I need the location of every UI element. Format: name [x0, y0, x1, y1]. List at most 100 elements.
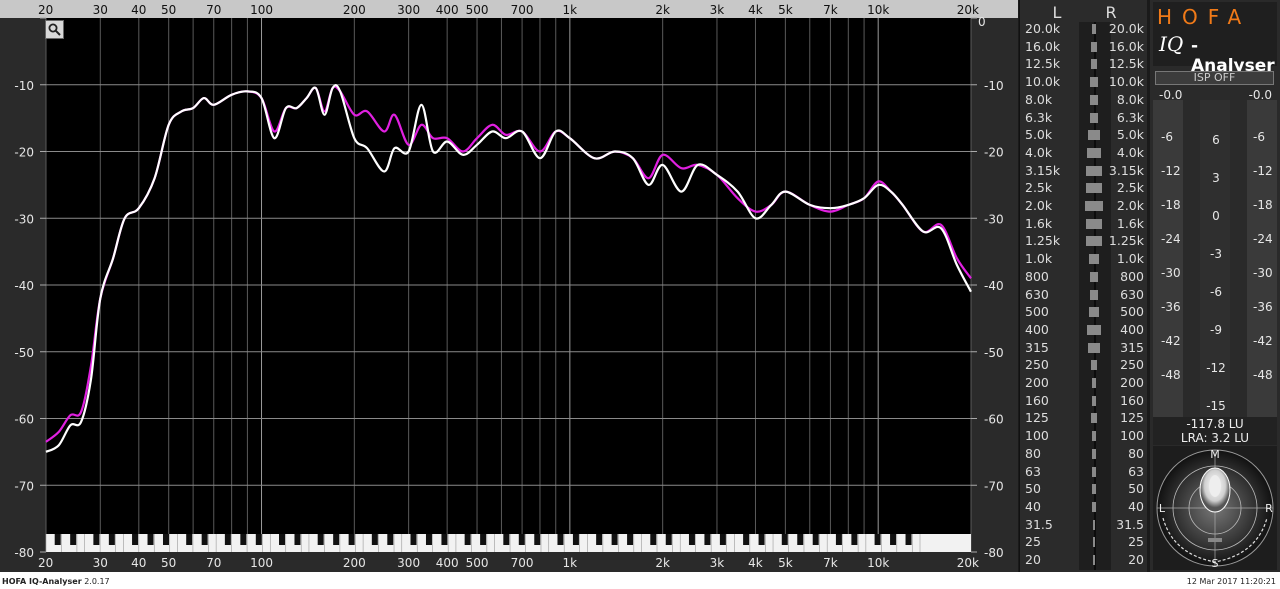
black-key — [147, 534, 154, 545]
freq-tick-label-bottom: 4k — [748, 556, 763, 570]
band-label-left: 500 — [1025, 304, 1049, 320]
band-row: 5.0k 5.0k — [1020, 126, 1148, 144]
band-row: 3.15k 3.15k — [1020, 162, 1148, 180]
band-row: 160 160 — [1020, 392, 1148, 410]
band-row: 500 500 — [1020, 303, 1148, 321]
band-row: 1.6k 1.6k — [1020, 215, 1148, 233]
band-label-right: 31.5 — [1116, 516, 1144, 532]
band-row: 1.0k 1.0k — [1020, 250, 1148, 268]
black-key — [874, 534, 881, 545]
black-key — [503, 534, 510, 545]
band-label-right: 1.25k — [1108, 233, 1144, 249]
band-row: 1.25k 1.25k — [1020, 232, 1148, 250]
freq-tick-label-top: 400 — [436, 3, 459, 17]
black-key — [812, 534, 819, 545]
band-row: 250 250 — [1020, 356, 1148, 374]
black-key — [835, 534, 842, 545]
peak-scale-right-label: -24 — [1253, 232, 1273, 246]
band-label-right: 5.0k — [1116, 127, 1144, 143]
band-label-right: 1.6k — [1116, 215, 1144, 231]
freq-tick-label-bottom: 30 — [93, 556, 108, 570]
peak-scale-right-label: -42 — [1253, 334, 1273, 348]
freq-tick-label-top: 2k — [655, 3, 670, 17]
peak-scale-right-label: -36 — [1253, 300, 1273, 314]
band-label-left: 2.5k — [1025, 180, 1053, 196]
peak-scale-left-label: -48 — [1161, 368, 1181, 382]
band-row: 25 25 — [1020, 533, 1148, 551]
freq-tick-label-top: 100 — [250, 3, 273, 17]
band-label-left: 5.0k — [1025, 127, 1053, 143]
black-key — [704, 534, 711, 545]
footer-app-name: HOFA IQ-Analyser — [2, 577, 82, 586]
db-tick-label-left: -60 — [14, 413, 34, 427]
black-key — [240, 534, 247, 545]
db-tick-label-right: -50 — [984, 346, 1004, 360]
loudness-scale-label: -9 — [1210, 323, 1222, 337]
band-level-bar — [1093, 537, 1095, 548]
freq-tick-label-bottom: 2k — [655, 556, 670, 570]
db-tick-label-right: -10 — [984, 79, 1004, 93]
band-level-bar — [1092, 431, 1096, 442]
band-label-right: 20.0k — [1108, 21, 1144, 36]
spectrum-panel: 20 20 30 30 40 40 50 50 70 70 100 100 200 200 300 300 40… — [0, 0, 1018, 572]
band-level-bar — [1092, 378, 1096, 388]
magnifier-icon[interactable] — [45, 20, 64, 39]
spectrum-chart[interactable]: 20 20 30 30 40 40 50 50 70 70 100 100 200 200 300 300 40… — [0, 0, 1018, 572]
black-key — [201, 534, 208, 545]
band-level-meter: L R 20.0k 20.0k 16.0k 16.0k 12.5k 12.5k 10.0k 1… — [1019, 0, 1147, 572]
band-level-bar — [1090, 271, 1098, 282]
band-label-right: 6.3k — [1116, 109, 1144, 125]
freq-tick-label-top: 5k — [778, 3, 793, 17]
band-level-bar — [1089, 254, 1099, 265]
freq-tick-label-top: 300 — [397, 3, 420, 17]
goniometer[interactable]: M S L R — [1153, 446, 1277, 570]
band-row: 100 100 — [1020, 427, 1148, 445]
peak-scale-left-label: -36 — [1161, 300, 1181, 314]
band-level-bar — [1092, 24, 1096, 34]
logo-product-prefix: IQ — [1159, 32, 1184, 56]
band-level-bar — [1092, 484, 1096, 495]
isp-toggle-button[interactable]: ISP OFF — [1155, 71, 1274, 85]
band-label-right: 80 — [1128, 445, 1144, 461]
db-tick-label-right: -30 — [984, 212, 1004, 226]
band-label-right: 40 — [1128, 498, 1144, 514]
band-label-left: 160 — [1025, 392, 1049, 408]
freq-tick-label-top: 500 — [466, 3, 489, 17]
band-label-left: 1.6k — [1025, 215, 1053, 231]
band-label-left: 6.3k — [1025, 109, 1053, 125]
band-level-bar — [1090, 94, 1098, 105]
band-label-right: 100 — [1120, 428, 1144, 444]
db-tick-label-left: -30 — [14, 212, 34, 226]
black-key — [410, 534, 417, 545]
peak-scale-left-label: -12 — [1161, 164, 1181, 178]
black-key — [611, 534, 618, 545]
status-footer: HOFA IQ-Analyser 2.0.17 12 Mar 2017 11:2… — [0, 572, 1280, 589]
band-label-right: 2.0k — [1116, 198, 1144, 213]
band-row: 400 400 — [1020, 321, 1148, 339]
black-key — [317, 534, 324, 545]
black-key — [425, 534, 432, 545]
peak-scale-right-label: -30 — [1253, 266, 1273, 280]
db-tick-label-left: -80 — [14, 546, 34, 560]
band-label-left: 315 — [1025, 339, 1049, 355]
peak-scale-right-label: -6 — [1253, 130, 1265, 144]
band-label-left: 25 — [1025, 534, 1041, 550]
band-level-bar — [1088, 130, 1100, 141]
footer-timestamp: 12 Mar 2017 11:20:21 — [1186, 577, 1276, 586]
black-key — [186, 534, 193, 545]
band-label-right: 3.15k — [1108, 162, 1144, 178]
black-key — [665, 534, 672, 545]
band-label-right: 125 — [1120, 410, 1144, 426]
loudness-scale-label: -3 — [1210, 247, 1222, 261]
band-label-right: 50 — [1128, 481, 1144, 497]
band-level-bar — [1089, 307, 1099, 318]
band-row: 31.5 31.5 — [1020, 516, 1148, 534]
band-label-left: 40 — [1025, 498, 1041, 514]
band-level-bar — [1090, 289, 1098, 300]
db-tick-label-right: -60 — [984, 413, 1004, 427]
band-label-left: 12.5k — [1025, 56, 1061, 72]
black-key — [851, 534, 858, 545]
black-key — [224, 534, 231, 545]
black-key — [108, 534, 115, 545]
db-tick-label-left: -20 — [14, 146, 34, 160]
